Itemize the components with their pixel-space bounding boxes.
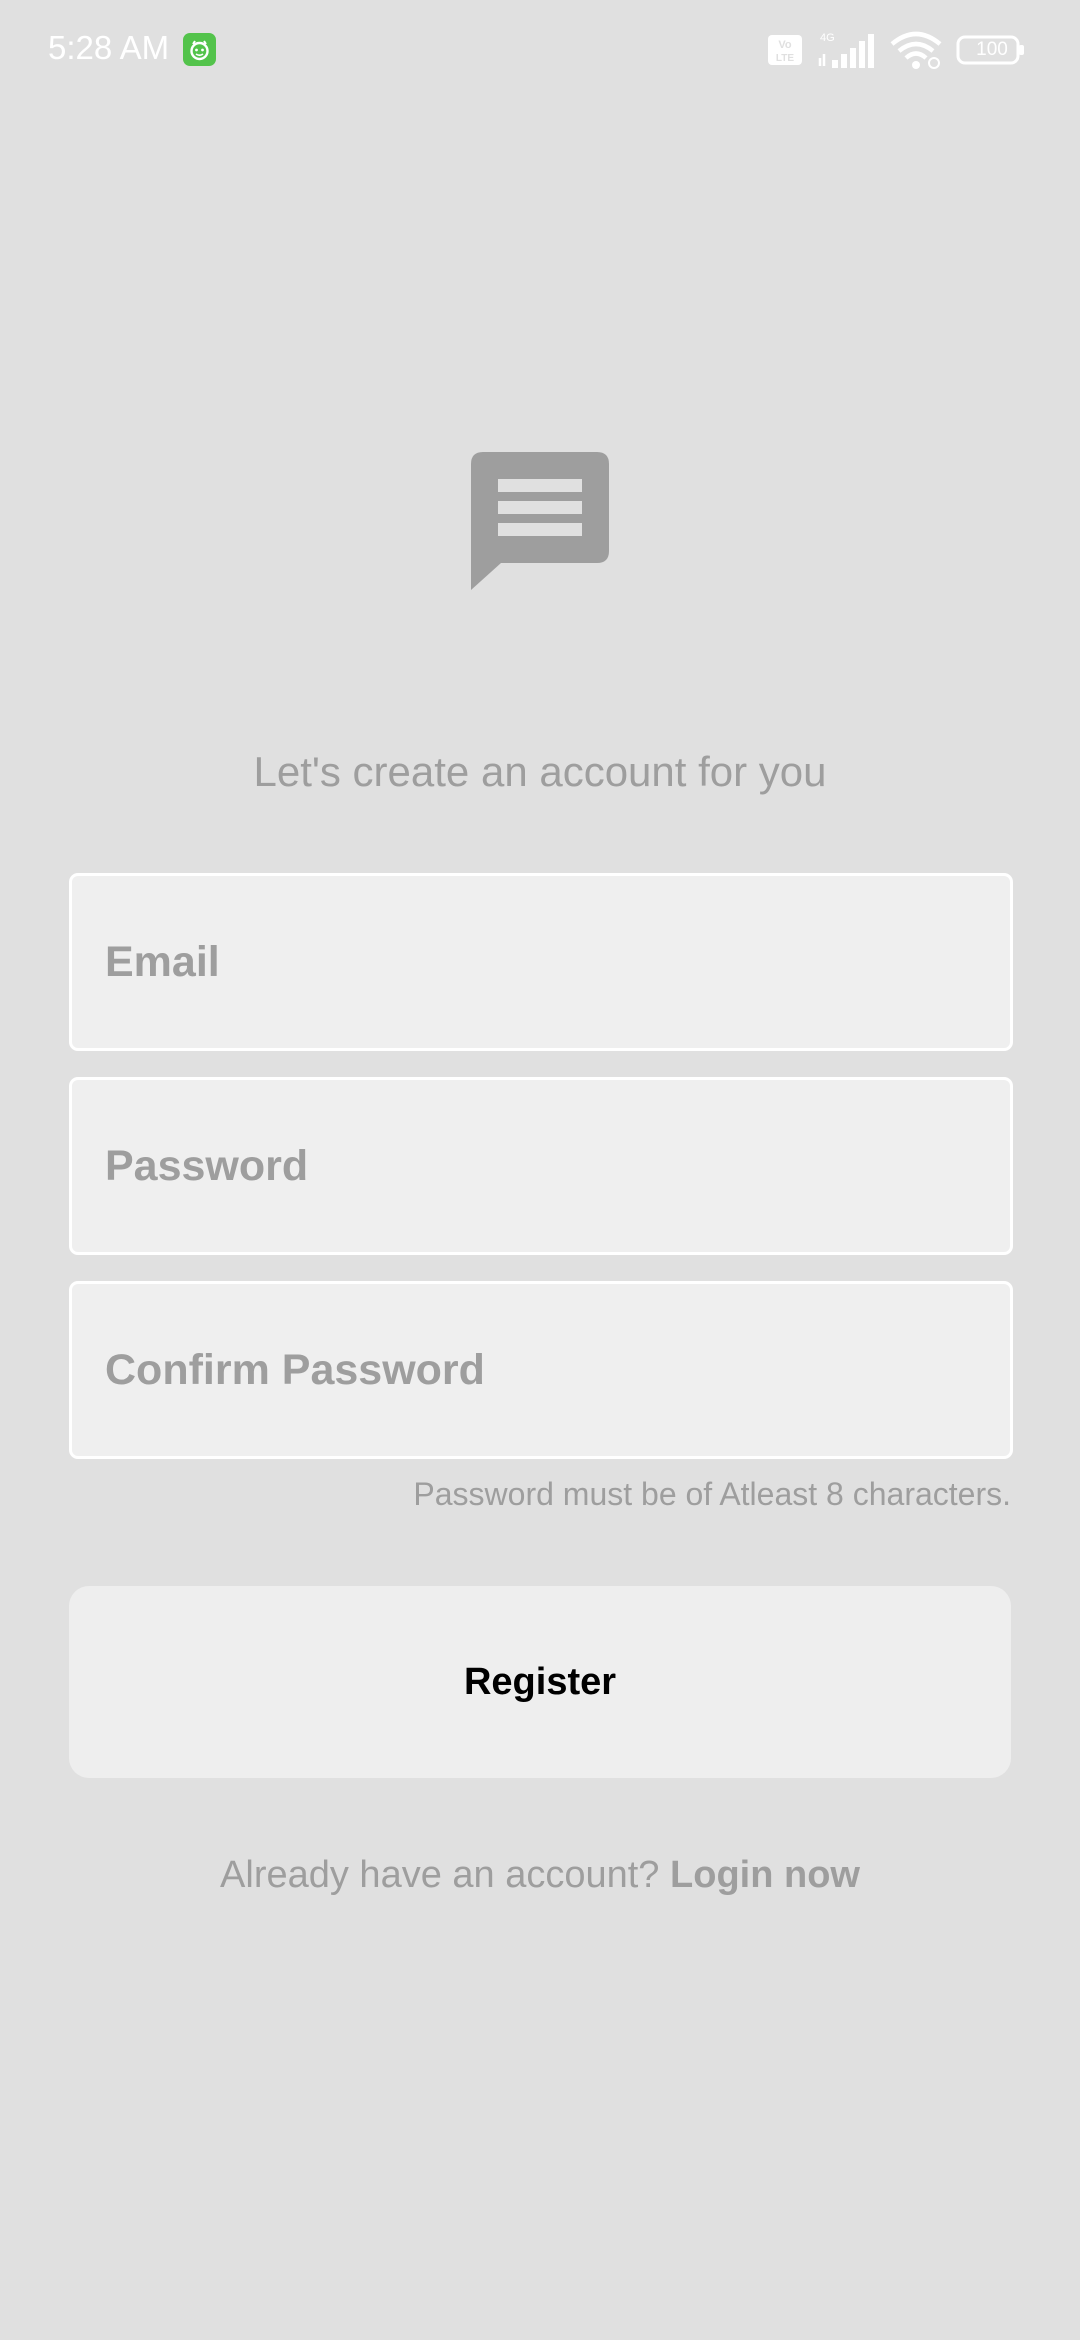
email-field-container [69, 873, 1013, 1051]
email-field[interactable] [72, 876, 1010, 1048]
login-prompt-row: Already have an account? Login now [0, 1850, 1080, 1900]
message-icon [471, 452, 609, 590]
status-bar: 5:28 AM Vo LTE 4G 100 [0, 0, 1080, 100]
app-notification-icon [183, 33, 216, 66]
password-hint: Password must be of Atleast 8 characters… [413, 1476, 1011, 1512]
svg-text:4G: 4G [820, 32, 835, 44]
register-button[interactable]: Register [69, 1586, 1011, 1778]
volte-icon: Vo LTE [768, 35, 802, 65]
svg-text:LTE: LTE [776, 53, 794, 64]
battery-level: 100 [976, 39, 1008, 60]
password-field[interactable] [72, 1080, 1010, 1252]
password-field-container [69, 1077, 1013, 1255]
wifi-icon [890, 30, 942, 70]
login-now-link[interactable]: Login now [670, 1854, 860, 1896]
confirm-password-field-container [69, 1281, 1013, 1459]
svg-text:Vo: Vo [778, 39, 792, 51]
signal-icon: 4G [816, 30, 878, 70]
login-prompt-text: Already have an account? [220, 1854, 671, 1896]
status-time: 5:28 AM [48, 29, 170, 66]
confirm-password-field[interactable] [72, 1284, 1010, 1456]
page-subtitle: Let's create an account for you [253, 748, 827, 795]
